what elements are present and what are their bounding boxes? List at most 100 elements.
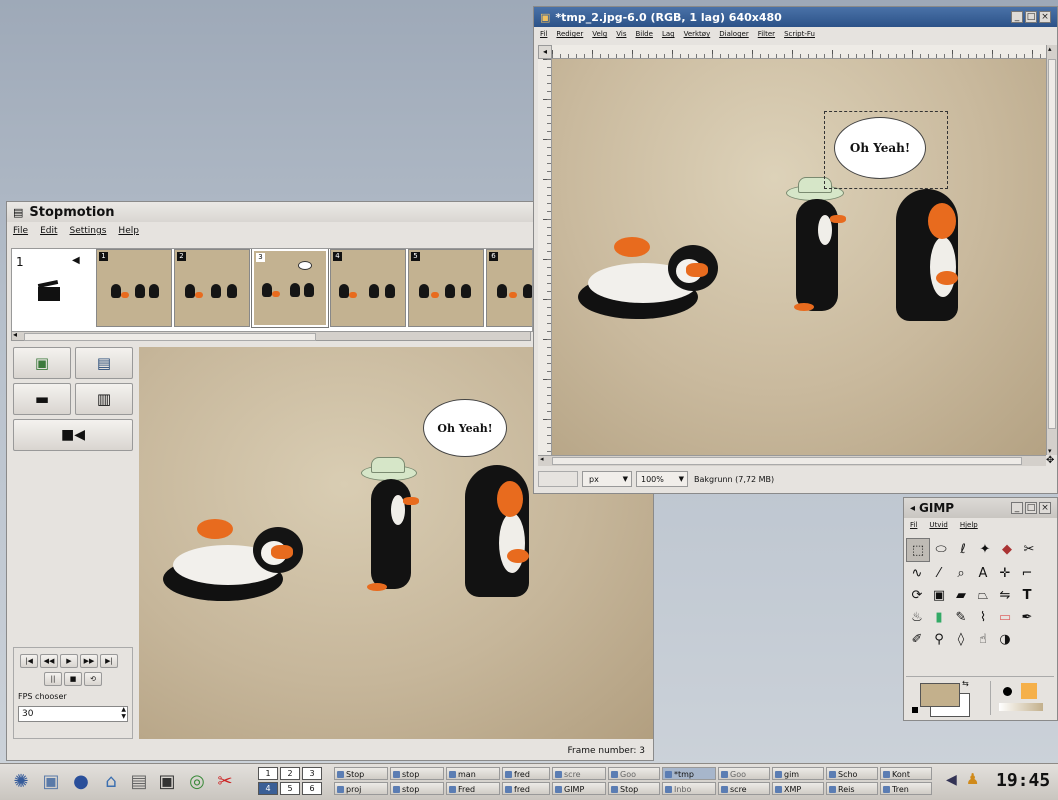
color-select-icon[interactable]: ◆ [996,538,1018,560]
taskbar-button[interactable]: fred [502,782,550,795]
flip-icon[interactable]: ⇋ [994,584,1016,606]
fps-spinbox[interactable]: 30 ▲ ▼ [18,706,128,722]
frame-thumb[interactable]: 6 [486,249,532,327]
ruler-corner[interactable]: ◂ [538,45,552,59]
menu-help[interactable]: Help [118,226,139,236]
scroll-down-icon[interactable]: ▾ [1048,447,1052,455]
horizontal-ruler[interactable] [552,45,1046,59]
terminal-icon[interactable]: ▣ [154,768,180,794]
unit-select[interactable]: px ▼ [582,471,632,487]
pause-button[interactable]: || [44,672,62,686]
spin-arrows-icon[interactable]: ▲ ▼ [121,706,126,720]
taskbar-button[interactable]: Inbo [662,782,716,795]
heal-icon[interactable]: ◊ [950,628,972,650]
color-picker-icon[interactable]: ⁄ [928,562,950,584]
next-frame-button[interactable]: ▶▶ [80,654,98,668]
lasso-icon[interactable]: ℓ [952,538,974,560]
taskbar-button[interactable]: stop [390,767,444,780]
frame-thumb-selected[interactable]: 3 [251,249,329,328]
bucket-fill-icon[interactable]: ♨ [906,606,928,628]
pattern-preview[interactable] [1021,683,1037,699]
help-icon[interactable]: ▤ [126,768,152,794]
vertical-scrollbar[interactable]: ▴ ▾ [1046,45,1057,455]
airbrush-icon[interactable]: ✒ [1016,606,1038,628]
menu-dialoger[interactable]: Dialoger [719,30,748,38]
scrollbar-thumb[interactable] [24,333,316,341]
taskbar-button[interactable]: Stop [608,782,660,795]
taskbar-button[interactable]: Reis [826,782,878,795]
menu-edit[interactable]: Edit [40,226,57,236]
kde-menu-icon[interactable]: ✺ [8,768,34,794]
menu-hjelp[interactable]: Hjelp [960,521,978,529]
taskbar-button[interactable]: XMP [772,782,824,795]
pager-desktop[interactable]: 2 [280,767,300,780]
tray-app-icon[interactable]: ♟ [966,770,979,788]
maximize-button[interactable]: □ [1025,502,1037,514]
menu-verktoy[interactable]: Verktøy [684,30,711,38]
play-button[interactable]: ▶ [60,654,78,668]
new-scene-button[interactable]: ▬ [13,383,71,415]
smudge-icon[interactable]: ☝ [972,628,994,650]
taskbar-button[interactable]: scre [552,767,606,780]
frame-scrollbar[interactable]: ◂ [11,330,531,341]
minimize-button[interactable]: _ [1011,502,1023,514]
menu-utvid[interactable]: Utvid [929,521,947,529]
taskbar-button[interactable]: Goo [718,767,770,780]
clock[interactable]: 19:45 [996,770,1050,791]
first-frame-button[interactable]: |◀ [20,654,38,668]
close-button[interactable]: × [1039,502,1051,514]
ellipse-select-icon[interactable]: ⬭ [930,538,952,560]
prev-frame-button[interactable]: ◀◀ [40,654,58,668]
dodge-burn-icon[interactable]: ◑ [994,628,1016,650]
clone-icon[interactable]: ⚲ [928,628,950,650]
menu-vis[interactable]: Vis [616,30,626,38]
scroll-left-icon[interactable]: ◂ [540,455,544,463]
paintbrush-icon[interactable]: ⌇ [972,606,994,628]
menu-fil[interactable]: Fil [540,30,547,38]
move-icon[interactable]: ✛ [994,562,1016,584]
menu-file[interactable]: File [13,226,28,236]
blend-icon[interactable]: ▮ [928,606,950,628]
toolbox-titlebar[interactable]: ◂ GIMP _ □ × [904,498,1057,518]
frame-thumb[interactable]: 2 [174,249,250,327]
taskbar-button[interactable]: Fred [446,782,500,795]
gradient-preview[interactable] [999,703,1043,711]
taskbar-button[interactable]: scre [718,782,770,795]
menu-bilde[interactable]: Bilde [635,30,652,38]
image-canvas[interactable]: Oh Yeah! [552,59,1046,455]
remove-scene-button[interactable]: ▥ [75,383,133,415]
scroll-up-icon[interactable]: ▴ [1048,45,1052,53]
brush-preview[interactable] [999,683,1015,699]
maximize-button[interactable]: □ [1025,11,1037,23]
loop-button[interactable]: ⟲ [84,672,102,686]
minimize-button[interactable]: _ [1011,11,1023,23]
shear-icon[interactable]: ▰ [950,584,972,606]
taskbar-button[interactable]: proj [334,782,388,795]
taskbar-button[interactable]: man [446,767,500,780]
horizontal-scrollbar[interactable]: ◂ [538,455,1046,466]
scale-icon[interactable]: ▣ [928,584,950,606]
foreground-color-swatch[interactable] [920,683,960,707]
add-frames-button[interactable]: ▣ [13,347,71,379]
taskbar-button[interactable]: GIMP [552,782,606,795]
pager-desktop-active[interactable]: 4 [258,782,278,795]
menu-script-fu[interactable]: Script-Fu [784,30,815,38]
measure-icon[interactable]: A [972,562,994,584]
perspective-icon[interactable]: ⏢ [972,584,994,606]
reset-colors-icon[interactable] [912,707,918,713]
taskbar-button[interactable]: fred [502,767,550,780]
pager-desktop[interactable]: 1 [258,767,278,780]
menu-rediger[interactable]: Rediger [556,30,583,38]
pencil-icon[interactable]: ✎ [950,606,972,628]
vscroll-thumb[interactable] [1048,59,1056,429]
menu-fil[interactable]: Fil [910,521,917,529]
swap-colors-icon[interactable]: ⇆ [962,679,969,688]
frame-thumb[interactable]: 5 [408,249,484,327]
fuzzy-select-icon[interactable]: ✦ [974,538,996,560]
scene-slot[interactable]: 1 ◀ [12,249,90,327]
scissors-icon[interactable]: ✂ [1018,538,1040,560]
taskbar-button[interactable]: Scho [826,767,878,780]
hscroll-thumb[interactable] [552,457,1022,465]
volume-icon[interactable]: ◀ [946,772,957,788]
vertical-ruler[interactable] [538,59,552,455]
